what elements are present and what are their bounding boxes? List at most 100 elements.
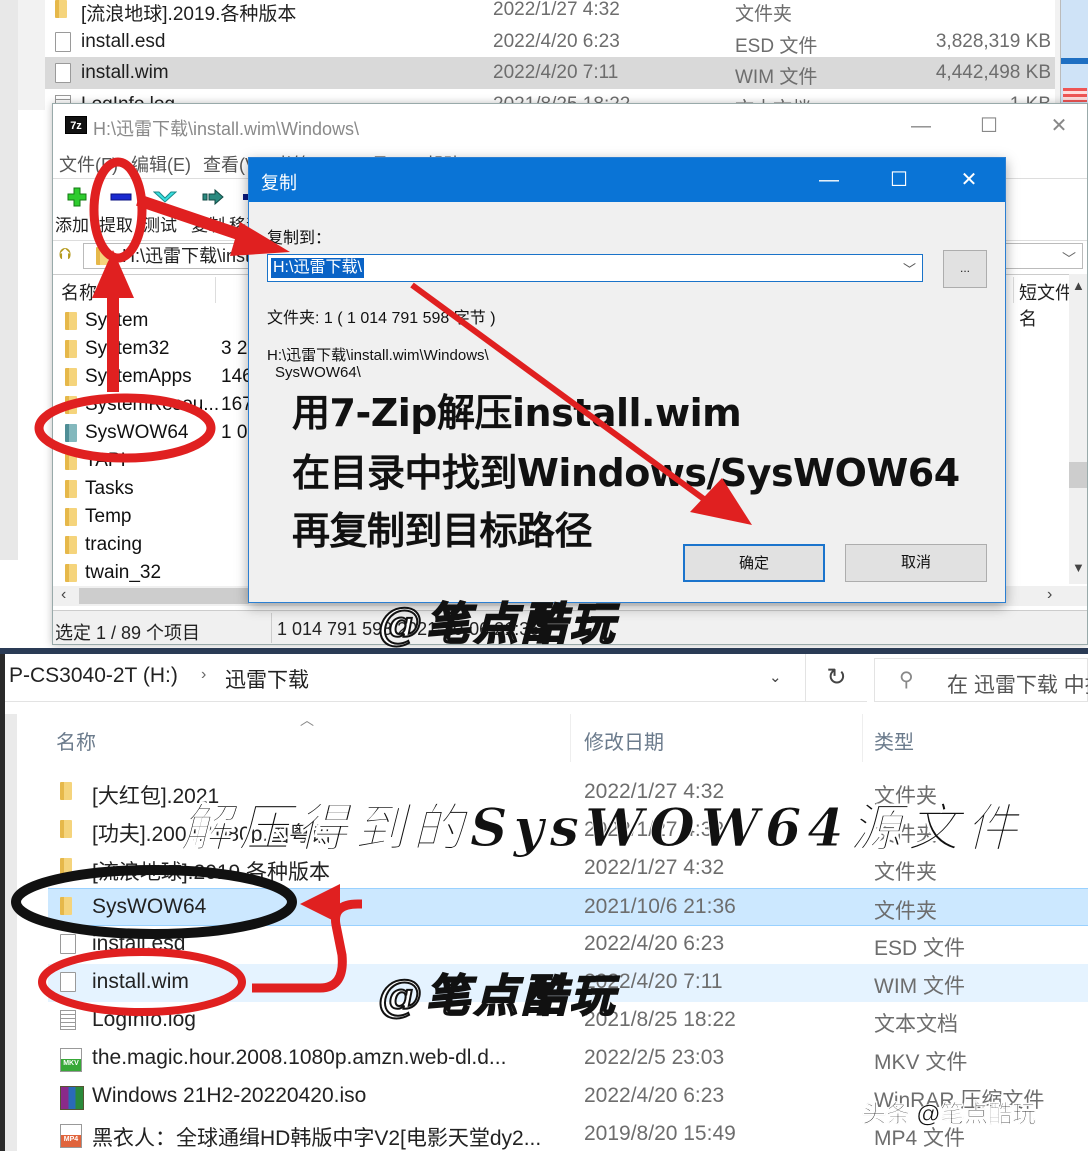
file-icon (60, 972, 76, 992)
breadcrumb-drive[interactable]: P-CS3040-2T (H:) (9, 664, 178, 688)
folder-icon (60, 820, 72, 838)
browse-button[interactable]: ... (943, 250, 987, 288)
close-button[interactable]: ✕ (1039, 112, 1079, 140)
chevron-down-icon[interactable]: ⌄ (769, 668, 782, 686)
7zip-logo-icon: 7z (65, 116, 87, 134)
list-item[interactable]: TAPI (53, 447, 253, 475)
destination-value: H:\迅雷下载\ (271, 258, 364, 278)
folder-icon (65, 452, 77, 470)
source-path-line2: SysWOW64\ (275, 364, 361, 381)
list-item[interactable]: Tasks (53, 475, 253, 503)
file-row[interactable]: [流浪地球].2019.各种版本 2022/1/27 4:32 文件夹 (45, 0, 1055, 26)
folder-icon (60, 782, 72, 800)
destination-combobox[interactable]: H:\迅雷下载\ ﹀ (267, 254, 923, 282)
scroll-thumb[interactable] (79, 588, 249, 604)
folder-icon (65, 312, 77, 330)
cancel-button[interactable]: 取消 (845, 544, 987, 582)
chevron-right-icon[interactable]: › (201, 666, 206, 684)
watermark-top: @笔点酷玩 (377, 598, 618, 651)
list-item[interactable]: Temp (53, 503, 253, 531)
scroll-up-icon[interactable]: ▲ (1072, 278, 1085, 293)
file-row-selected[interactable]: SysWOW64 2021/10/6 21:36 文件夹 (48, 888, 1088, 926)
title-bar: 7z H:\迅雷下载\install.wim\Windows\ — ☐ ✕ (53, 104, 1087, 146)
scroll-right-icon[interactable]: › (1047, 586, 1052, 604)
file-row-selected[interactable]: install.wim 2022/4/20 7:11 WIM 文件 4,442,… (45, 57, 1055, 89)
add-button[interactable]: 添加 (55, 183, 101, 237)
window-title: H:\迅雷下载\install.wim\Windows\ (93, 119, 360, 139)
menu-edit[interactable]: 编辑(E) (131, 151, 191, 177)
column-type[interactable]: 类型 (874, 726, 914, 755)
file-row[interactable]: install.esd 2022/4/20 6:23 ESD 文件 (48, 926, 1088, 964)
file-name: install.esd (81, 31, 166, 52)
column-name[interactable]: 名称 (56, 726, 96, 755)
test-label: 测试 (143, 216, 177, 235)
folder-icon (65, 424, 77, 442)
list-item[interactable]: System (53, 307, 253, 335)
file-date: 2022/1/27 4:32 (493, 0, 620, 20)
minimize-button[interactable]: — (809, 166, 849, 194)
file-name: install.wim (81, 62, 169, 83)
file-row[interactable]: MKV the.magic.hour.2008.1080p.amzn.web-dl… (48, 1040, 1088, 1078)
up-folder-icon[interactable]: ⮉ (59, 246, 71, 264)
column-name[interactable]: 名称 (61, 279, 97, 305)
watermark-bottom: @笔点酷玩 (377, 970, 618, 1023)
extract-label: 提取 (99, 216, 133, 235)
file-row[interactable]: install.esd 2022/4/20 6:23 ESD 文件 3,828,… (45, 26, 1055, 58)
selection-count: 选定 1 / 89 个项目 (55, 623, 201, 643)
test-button[interactable]: 测试 (143, 183, 189, 237)
caption-line-2: 在目录中找到Windows/SysWOW64 (292, 451, 960, 495)
add-icon (67, 187, 87, 207)
chevron-down-icon[interactable]: ﹀ (903, 259, 916, 278)
list-item[interactable]: twain_32 (53, 559, 253, 587)
folder-icon (60, 858, 72, 876)
folder-icon (65, 396, 77, 414)
folder-icon (65, 340, 77, 358)
file-type: WIM 文件 (735, 67, 818, 88)
close-button[interactable]: ✕ (949, 166, 989, 194)
scroll-left-icon[interactable]: ‹ (61, 586, 66, 604)
scroll-thumb[interactable] (1069, 462, 1087, 488)
log-file-icon (60, 1010, 76, 1030)
menu-file[interactable]: 文件(F) (59, 151, 118, 177)
list-item-selected[interactable]: SysWOW64 1 0 (53, 419, 253, 447)
refresh-icon[interactable]: ↻ (805, 654, 867, 702)
chevron-down-icon[interactable]: ﹀ (1062, 247, 1076, 271)
list-item[interactable]: System32 3 2 (53, 335, 253, 363)
caption-line-1: 用7-Zip解压install.wim (292, 391, 742, 435)
address-bar[interactable]: P-CS3040-2T (H:) › 迅雷下载 ⌄ ↻ (5, 654, 867, 702)
folder-icon (65, 564, 77, 582)
extract-button[interactable]: 提取 (99, 183, 145, 237)
list-item[interactable]: SystemResou... 167 (53, 391, 253, 419)
breadcrumb-folder[interactable]: 迅雷下载 (225, 664, 309, 694)
dialog-title-bar: 复制 — ☐ ✕ (249, 158, 1005, 202)
folder-icon (55, 0, 67, 18)
column-date-modified[interactable]: 修改日期 (584, 726, 664, 755)
list-item[interactable]: tracing (53, 531, 253, 559)
search-placeholder: 在 迅雷下载 中搜索 (947, 674, 1088, 697)
caption-line-3: 再复制到目标路径 (292, 509, 593, 553)
file-icon (55, 63, 71, 83)
maximize-button[interactable]: ☐ (969, 112, 1009, 140)
navigation-pane (0, 0, 18, 560)
scroll-down-icon[interactable]: ▼ (1072, 560, 1085, 575)
ok-button[interactable]: 确定 (683, 544, 825, 582)
search-box[interactable]: ⚲ 在 迅雷下载 中搜索 (874, 658, 1088, 702)
vertical-scrollbar[interactable]: ▲ ▼ (1069, 274, 1087, 584)
background-file-list: [流浪地球].2019.各种版本 2022/1/27 4:32 文件夹 inst… (45, 0, 1055, 120)
copy-label: 复制 (191, 216, 225, 235)
folder-icon (65, 368, 77, 386)
extract-icon (110, 193, 132, 201)
background-explorer-window: [流浪地球].2019.各种版本 2022/1/27 4:32 文件夹 inst… (0, 0, 1088, 560)
copy-to-label: 复制到： (267, 230, 332, 247)
file-icon (55, 32, 71, 52)
folder-icon (65, 480, 77, 498)
maximize-button[interactable]: ☐ (879, 166, 919, 194)
search-icon: ⚲ (899, 669, 914, 691)
add-label: 添加 (55, 216, 89, 235)
file-size: 3,828,319 KB (935, 31, 1051, 52)
minimize-button[interactable]: — (901, 112, 941, 140)
file-date: 2022/4/20 6:23 (493, 31, 620, 52)
file-size: 4,442,498 KB (935, 62, 1051, 83)
list-item[interactable]: SystemApps 146 (53, 363, 253, 391)
folder-icon (65, 536, 77, 554)
